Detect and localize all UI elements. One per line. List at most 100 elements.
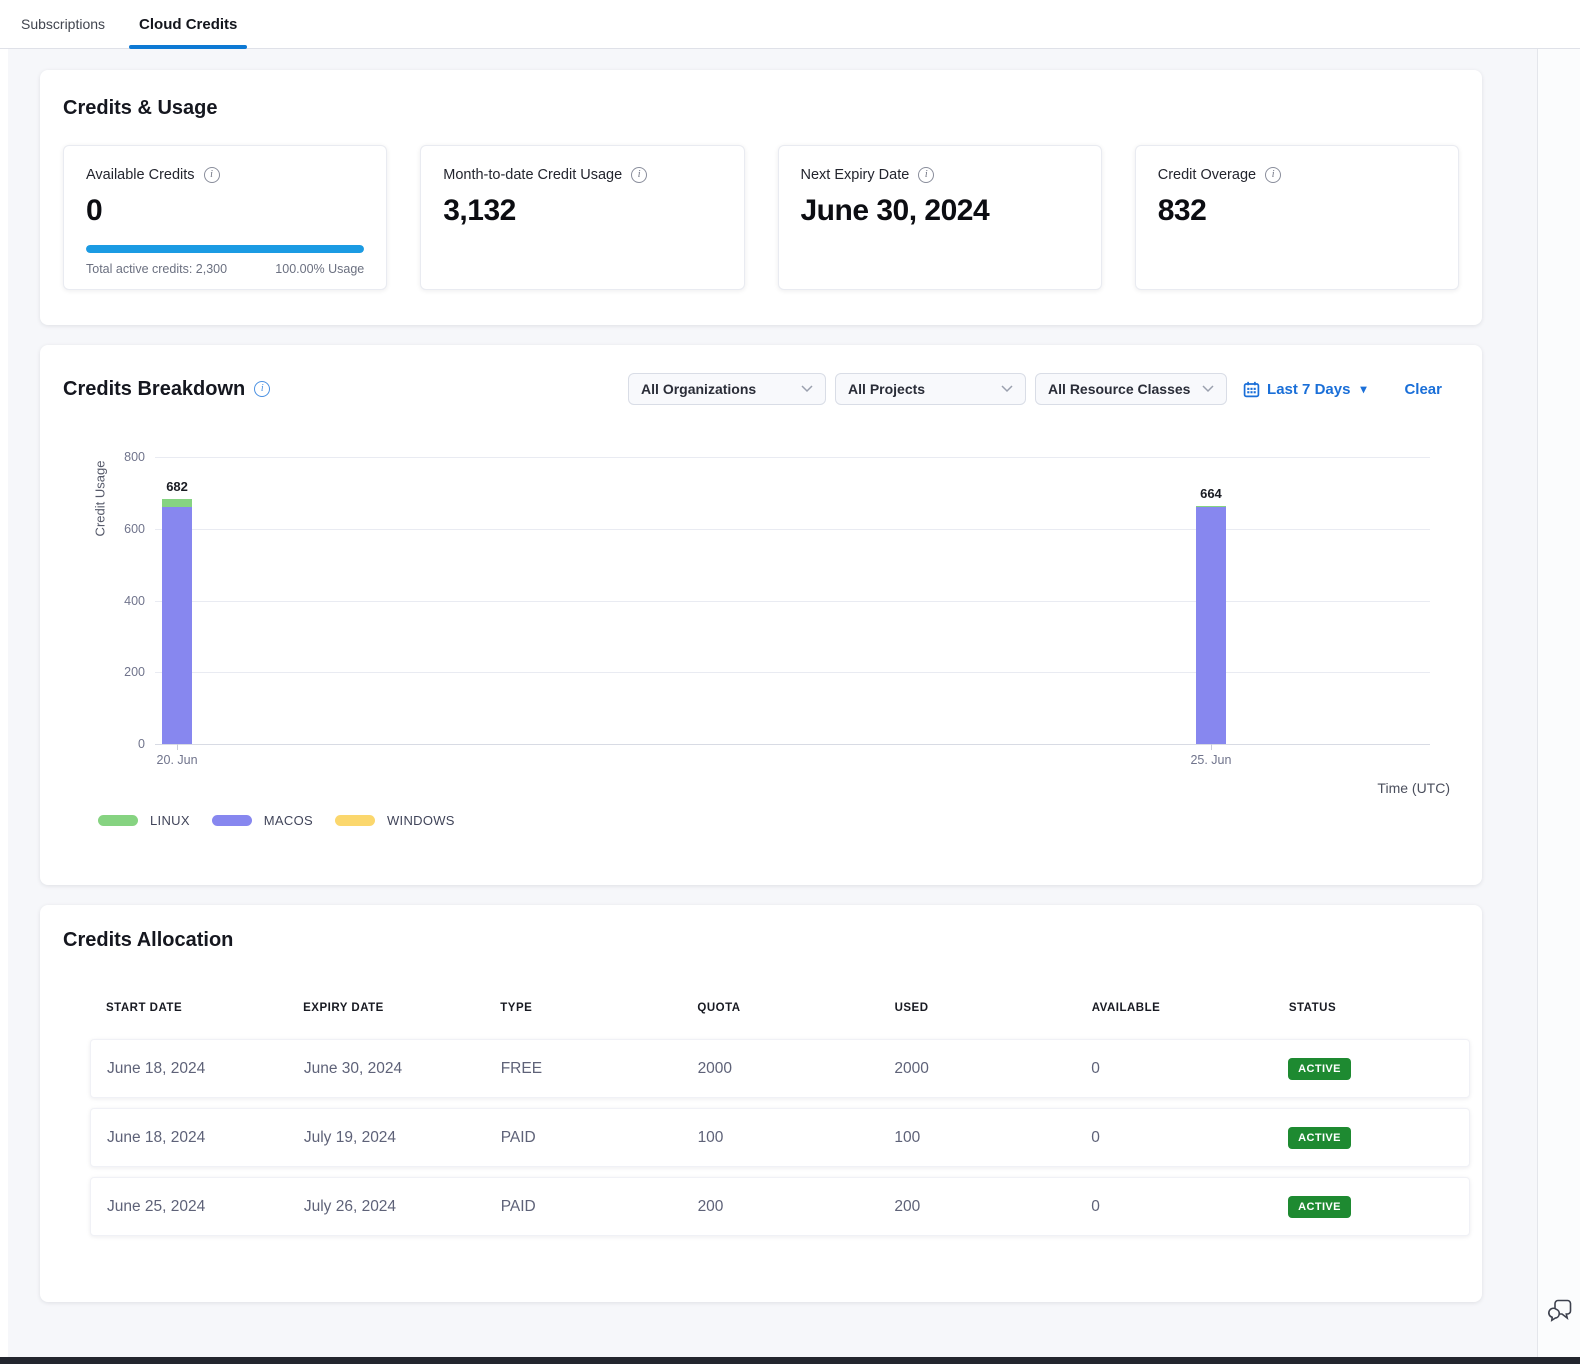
y-axis-tick-label: 400 xyxy=(124,594,145,608)
cell-used: 100 xyxy=(878,1129,1075,1147)
available-credits-card: Available Credits i 0 Total active credi… xyxy=(63,145,387,290)
date-range-value: Last 7 Days xyxy=(1267,381,1350,398)
x-axis-tick-label: 25. Jun xyxy=(1190,753,1231,767)
cell-available: 0 xyxy=(1075,1129,1272,1147)
stacked-bar-25-jun[interactable]: 664 xyxy=(1196,506,1226,744)
allocation-table: START DATE EXPIRY DATE TYPE QUOTA USED A… xyxy=(90,1002,1470,1236)
clear-filters-button[interactable]: Clear xyxy=(1404,381,1442,398)
stacked-bar-20-jun[interactable]: 682 xyxy=(162,499,192,744)
credits-allocation-panel: Credits Allocation START DATE EXPIRY DAT… xyxy=(40,905,1482,1302)
projects-dropdown-value: All Projects xyxy=(848,381,925,397)
cell-type: PAID xyxy=(485,1129,682,1147)
table-row: June 18, 2024 June 30, 2024 FREE 2000 20… xyxy=(90,1039,1470,1098)
legend-item-macos[interactable]: MACOS xyxy=(212,813,313,828)
credit-usage-chart: Credit Usage Time (UTC) 0200400600800682… xyxy=(40,415,1482,885)
cloud-credits-page: Subscriptions Cloud Credits Credits & Us… xyxy=(0,0,1580,1364)
cell-quota: 100 xyxy=(682,1129,879,1147)
tab-subscriptions[interactable]: Subscriptions xyxy=(21,16,105,32)
cell-start-date: June 18, 2024 xyxy=(91,1060,288,1078)
x-axis-tick-label: 20. Jun xyxy=(157,753,198,767)
info-icon[interactable]: i xyxy=(918,167,934,183)
x-axis-tick-mark xyxy=(1211,744,1212,750)
cell-type: FREE xyxy=(485,1060,682,1078)
cell-type: PAID xyxy=(485,1198,682,1216)
chart-gridline xyxy=(155,529,1430,530)
feedback-chat-icon[interactable] xyxy=(1547,1297,1574,1327)
cell-start-date: June 18, 2024 xyxy=(91,1129,288,1147)
organizations-dropdown-value: All Organizations xyxy=(641,381,756,397)
info-icon[interactable]: i xyxy=(631,167,647,183)
cell-expiry-date: June 30, 2024 xyxy=(288,1060,485,1078)
credit-overage-label: Credit Overage xyxy=(1158,167,1256,183)
chart-legend: LINUX MACOS WINDOWS xyxy=(98,813,455,828)
legend-macos-label: MACOS xyxy=(264,813,313,828)
info-icon[interactable]: i xyxy=(254,381,270,397)
usage-percent-note: 100.00% Usage xyxy=(275,262,364,276)
credit-overage-value: 832 xyxy=(1158,194,1436,228)
allocation-table-header: START DATE EXPIRY DATE TYPE QUOTA USED A… xyxy=(90,1002,1470,1014)
legend-item-windows[interactable]: WINDOWS xyxy=(335,813,455,828)
col-expiry-date: EXPIRY DATE xyxy=(287,1002,484,1014)
organizations-dropdown[interactable]: All Organizations xyxy=(628,373,826,405)
x-axis-tick-mark xyxy=(177,744,178,750)
available-credits-label: Available Credits xyxy=(86,167,195,183)
col-quota: QUOTA xyxy=(681,1002,878,1014)
credits-progress-fill xyxy=(86,245,364,253)
status-badge: ACTIVE xyxy=(1288,1127,1351,1149)
bar-segment-macos xyxy=(1196,507,1226,744)
cell-available: 0 xyxy=(1075,1198,1272,1216)
chart-gridline xyxy=(155,601,1430,602)
col-start-date: START DATE xyxy=(90,1002,287,1014)
resource-classes-dropdown-value: All Resource Classes xyxy=(1048,381,1190,397)
y-axis-tick-label: 600 xyxy=(124,522,145,536)
chevron-down-icon xyxy=(801,385,813,393)
col-type: TYPE xyxy=(484,1002,681,1014)
windows-swatch xyxy=(335,815,375,826)
window-bottom-edge xyxy=(0,1357,1580,1364)
tab-cloud-credits-label: Cloud Credits xyxy=(139,16,237,33)
credits-progress-bar xyxy=(86,245,364,253)
credits-usage-title: Credits & Usage xyxy=(40,70,1482,120)
cell-quota: 200 xyxy=(682,1198,879,1216)
calendar-icon xyxy=(1243,381,1260,398)
status-badge: ACTIVE xyxy=(1288,1058,1351,1080)
macos-swatch xyxy=(212,815,252,826)
chart-gridline xyxy=(155,744,1430,745)
chart-y-axis-title: Credit Usage xyxy=(93,429,108,569)
status-badge: ACTIVE xyxy=(1288,1196,1351,1218)
info-icon[interactable]: i xyxy=(1265,167,1281,183)
chart-gridline xyxy=(155,457,1430,458)
breakdown-filters: All Organizations All Projects All Resou… xyxy=(628,373,1442,405)
cell-expiry-date: July 19, 2024 xyxy=(288,1129,485,1147)
y-axis-tick-label: 800 xyxy=(124,450,145,464)
tab-bar: Subscriptions Cloud Credits xyxy=(0,0,1580,49)
mtd-usage-label: Month-to-date Credit Usage xyxy=(443,167,622,183)
total-active-credits-note: Total active credits: 2,300 xyxy=(86,262,227,276)
chart-gridline xyxy=(155,672,1430,673)
chevron-down-icon xyxy=(1001,385,1013,393)
resource-classes-dropdown[interactable]: All Resource Classes xyxy=(1035,373,1227,405)
col-status: STATUS xyxy=(1273,1002,1470,1014)
mtd-usage-card: Month-to-date Credit Usage i 3,132 xyxy=(420,145,744,290)
y-axis-tick-label: 0 xyxy=(138,737,145,751)
col-used: USED xyxy=(879,1002,1076,1014)
projects-dropdown[interactable]: All Projects xyxy=(835,373,1026,405)
cell-used: 200 xyxy=(878,1198,1075,1216)
table-row: June 25, 2024 July 26, 2024 PAID 200 200… xyxy=(90,1177,1470,1236)
legend-windows-label: WINDOWS xyxy=(387,813,455,828)
info-icon[interactable]: i xyxy=(204,167,220,183)
date-range-picker[interactable]: Last 7 Days ▾ xyxy=(1243,381,1366,398)
mtd-usage-value: 3,132 xyxy=(443,194,721,228)
metric-cards-row: Available Credits i 0 Total active credi… xyxy=(40,145,1482,290)
credit-overage-card: Credit Overage i 832 xyxy=(1135,145,1459,290)
credits-breakdown-panel: Credits Breakdown i All Organizations Al… xyxy=(40,345,1482,885)
scrollbar-gutter xyxy=(1537,48,1580,1357)
tab-cloud-credits[interactable]: Cloud Credits xyxy=(129,0,247,48)
cell-quota: 2000 xyxy=(682,1060,879,1078)
y-axis-tick-label: 200 xyxy=(124,665,145,679)
bar-total-label: 664 xyxy=(1196,486,1226,501)
next-expiry-card: Next Expiry Date i June 30, 2024 xyxy=(778,145,1102,290)
active-tab-underline xyxy=(129,45,247,49)
chevron-down-icon xyxy=(1202,385,1214,393)
legend-item-linux[interactable]: LINUX xyxy=(98,813,190,828)
